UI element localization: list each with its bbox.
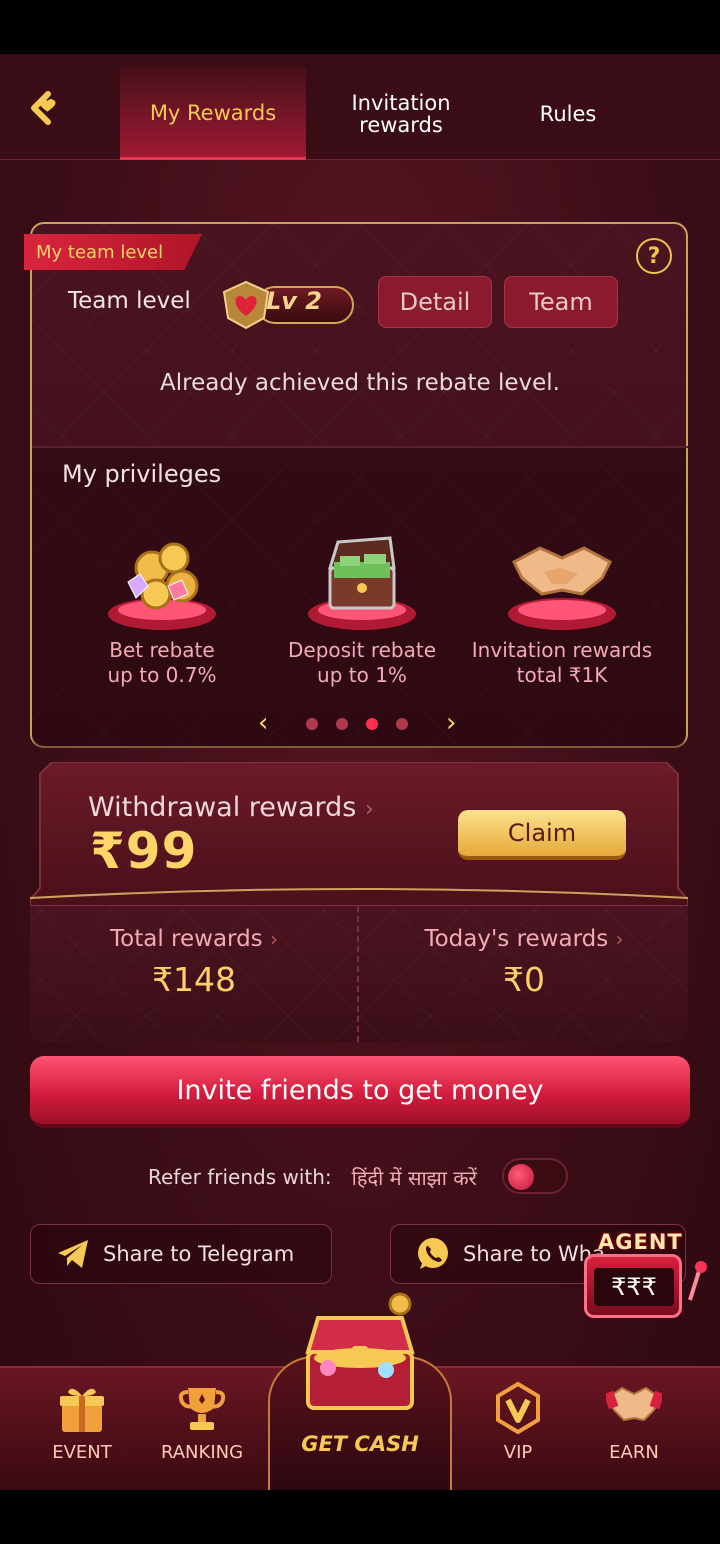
todays-rewards-link[interactable]: Today's rewards ›: [360, 926, 688, 952]
back-button[interactable]: [26, 88, 70, 128]
privilege-item-invitation-rewards: Invitation rewards total ₹1K: [462, 528, 662, 694]
privilege-line2: total ₹1K: [516, 663, 608, 687]
chevron-right-icon: ›: [269, 927, 278, 951]
agent-slot-reels: ₹₹₹: [594, 1268, 674, 1306]
privilege-text: Invitation rewards total ₹1K: [462, 638, 662, 688]
telegram-icon: [58, 1240, 88, 1268]
toggle-knob: [508, 1164, 534, 1190]
treasure-chest-icon: [308, 536, 416, 630]
nav-event-label: EVENT: [52, 1442, 112, 1463]
total-rewards: Total rewards › ₹148: [30, 926, 358, 999]
team-level-label: Team level: [68, 288, 191, 314]
handshake-icon: [606, 1386, 662, 1422]
tab-my-rewards[interactable]: My Rewards: [120, 68, 306, 160]
privilege-line2: up to 0.7%: [107, 663, 217, 687]
chevron-right-icon: ›: [364, 797, 374, 822]
agent-title: AGENT: [598, 1230, 683, 1254]
team-level-card: My team level ? Team level Lv 2 Detail T…: [24, 222, 688, 748]
nav-ranking-label: RANKING: [160, 1442, 244, 1463]
team-level-ribbon: My team level: [24, 234, 202, 270]
privilege-line1: Bet rebate: [109, 638, 215, 662]
withdrawal-amount: ₹99: [90, 822, 198, 880]
rewards-stats: Total rewards › ₹148 Today's rewards › ₹…: [30, 906, 688, 1042]
total-rewards-label: Total rewards: [110, 926, 263, 952]
team-button[interactable]: Team: [504, 276, 618, 328]
agent-floating-button[interactable]: ₹₹₹ AGENT: [576, 1230, 714, 1330]
share-telegram-label: Share to Telegram: [103, 1242, 295, 1266]
total-rewards-value: ₹148: [152, 960, 236, 999]
privilege-line1: Deposit rebate: [288, 638, 436, 662]
withdrawal-label: Withdrawal rewards: [88, 792, 357, 823]
back-chevron-icon: [31, 91, 56, 125]
privilege-text: Bet rebate up to 0.7%: [62, 638, 262, 688]
carousel-next-icon[interactable]: ›: [446, 710, 456, 736]
slot-lever-icon: [688, 1261, 707, 1301]
hindi-share-label: हिंदी में साझा करें: [351, 1165, 477, 1190]
privileges-panel: My privileges Bet rebate up to 0.7% Depo…: [32, 448, 686, 748]
handshake-icon: [508, 546, 616, 630]
privilege-item-bet-rebate: Bet rebate up to 0.7%: [62, 528, 262, 694]
nav-vip-label: VIP: [503, 1442, 533, 1463]
level-text: Lv 2: [266, 287, 322, 315]
tab-label-line1: Invitation: [351, 91, 451, 115]
help-icon[interactable]: ?: [636, 238, 672, 274]
top-tab-bar: My Rewards Invitation rewards Rules: [0, 54, 720, 160]
nav-ranking[interactable]: RANKING: [142, 1380, 262, 1463]
hindi-share-toggle[interactable]: [502, 1158, 568, 1194]
carousel-dot[interactable]: [396, 718, 408, 730]
tab-invitation-rewards[interactable]: Invitation rewards: [314, 68, 488, 160]
total-rewards-link[interactable]: Total rewards ›: [30, 926, 358, 952]
nav-earn-label: EARN: [609, 1442, 659, 1463]
todays-rewards: Today's rewards › ₹0: [360, 926, 688, 999]
privilege-line1: Invitation rewards: [471, 638, 653, 662]
chevron-right-icon: ›: [615, 927, 624, 951]
withdrawal-rewards-card: Withdrawal rewards › ₹99 Claim: [30, 762, 688, 906]
privileges-carousel: ‹ ›: [254, 710, 464, 736]
privileges-title: My privileges: [62, 460, 222, 488]
carousel-dot[interactable]: [306, 718, 318, 730]
claim-button[interactable]: Claim: [458, 810, 626, 860]
carousel-dot[interactable]: [336, 718, 348, 730]
detail-button[interactable]: Detail: [378, 276, 492, 328]
carousel-prev-icon[interactable]: ‹: [258, 710, 268, 736]
nav-get-cash[interactable]: GET CASH: [268, 1282, 452, 1490]
app-root: My Rewards Invitation rewards Rules My te…: [0, 54, 720, 1490]
nav-vip[interactable]: VIP: [458, 1380, 578, 1463]
nav-earn[interactable]: EARN: [574, 1380, 694, 1463]
tab-label: Invitation rewards: [351, 92, 450, 136]
share-telegram-button[interactable]: Share to Telegram: [30, 1224, 332, 1284]
tab-label-line2: rewards: [359, 113, 443, 137]
refer-language-row: Refer friends with: हिंदी में साझा करें: [148, 1158, 568, 1194]
treasure-chest-icon: [305, 1292, 415, 1410]
privilege-line2: up to 1%: [317, 663, 407, 687]
tab-rules[interactable]: Rules: [490, 68, 646, 160]
get-cash-label: GET CASH: [301, 1432, 419, 1456]
rebate-status-text: Already achieved this rebate level.: [160, 370, 560, 396]
privilege-text: Deposit rebate up to 1%: [262, 638, 462, 688]
todays-rewards-value: ₹0: [503, 960, 545, 999]
todays-rewards-label: Today's rewards: [424, 926, 609, 952]
refer-label: Refer friends with:: [148, 1165, 332, 1189]
tab-label: Rules: [539, 102, 597, 126]
whatsapp-icon: [418, 1238, 448, 1269]
gift-icon: [60, 1388, 104, 1432]
tab-label: My Rewards: [149, 100, 277, 125]
withdrawal-rewards-link[interactable]: Withdrawal rewards ›: [88, 792, 374, 823]
nav-event[interactable]: EVENT: [22, 1380, 142, 1463]
vip-badge-icon: [496, 1381, 540, 1435]
invite-friends-button[interactable]: Invite friends to get money: [30, 1056, 690, 1128]
level-badge: Lv 2: [218, 280, 358, 330]
trophy-icon: [178, 1388, 226, 1430]
privilege-item-deposit-rebate: Deposit rebate up to 1%: [262, 528, 462, 694]
coins-gems-icon: [108, 542, 216, 630]
carousel-dot-active[interactable]: [366, 718, 378, 730]
